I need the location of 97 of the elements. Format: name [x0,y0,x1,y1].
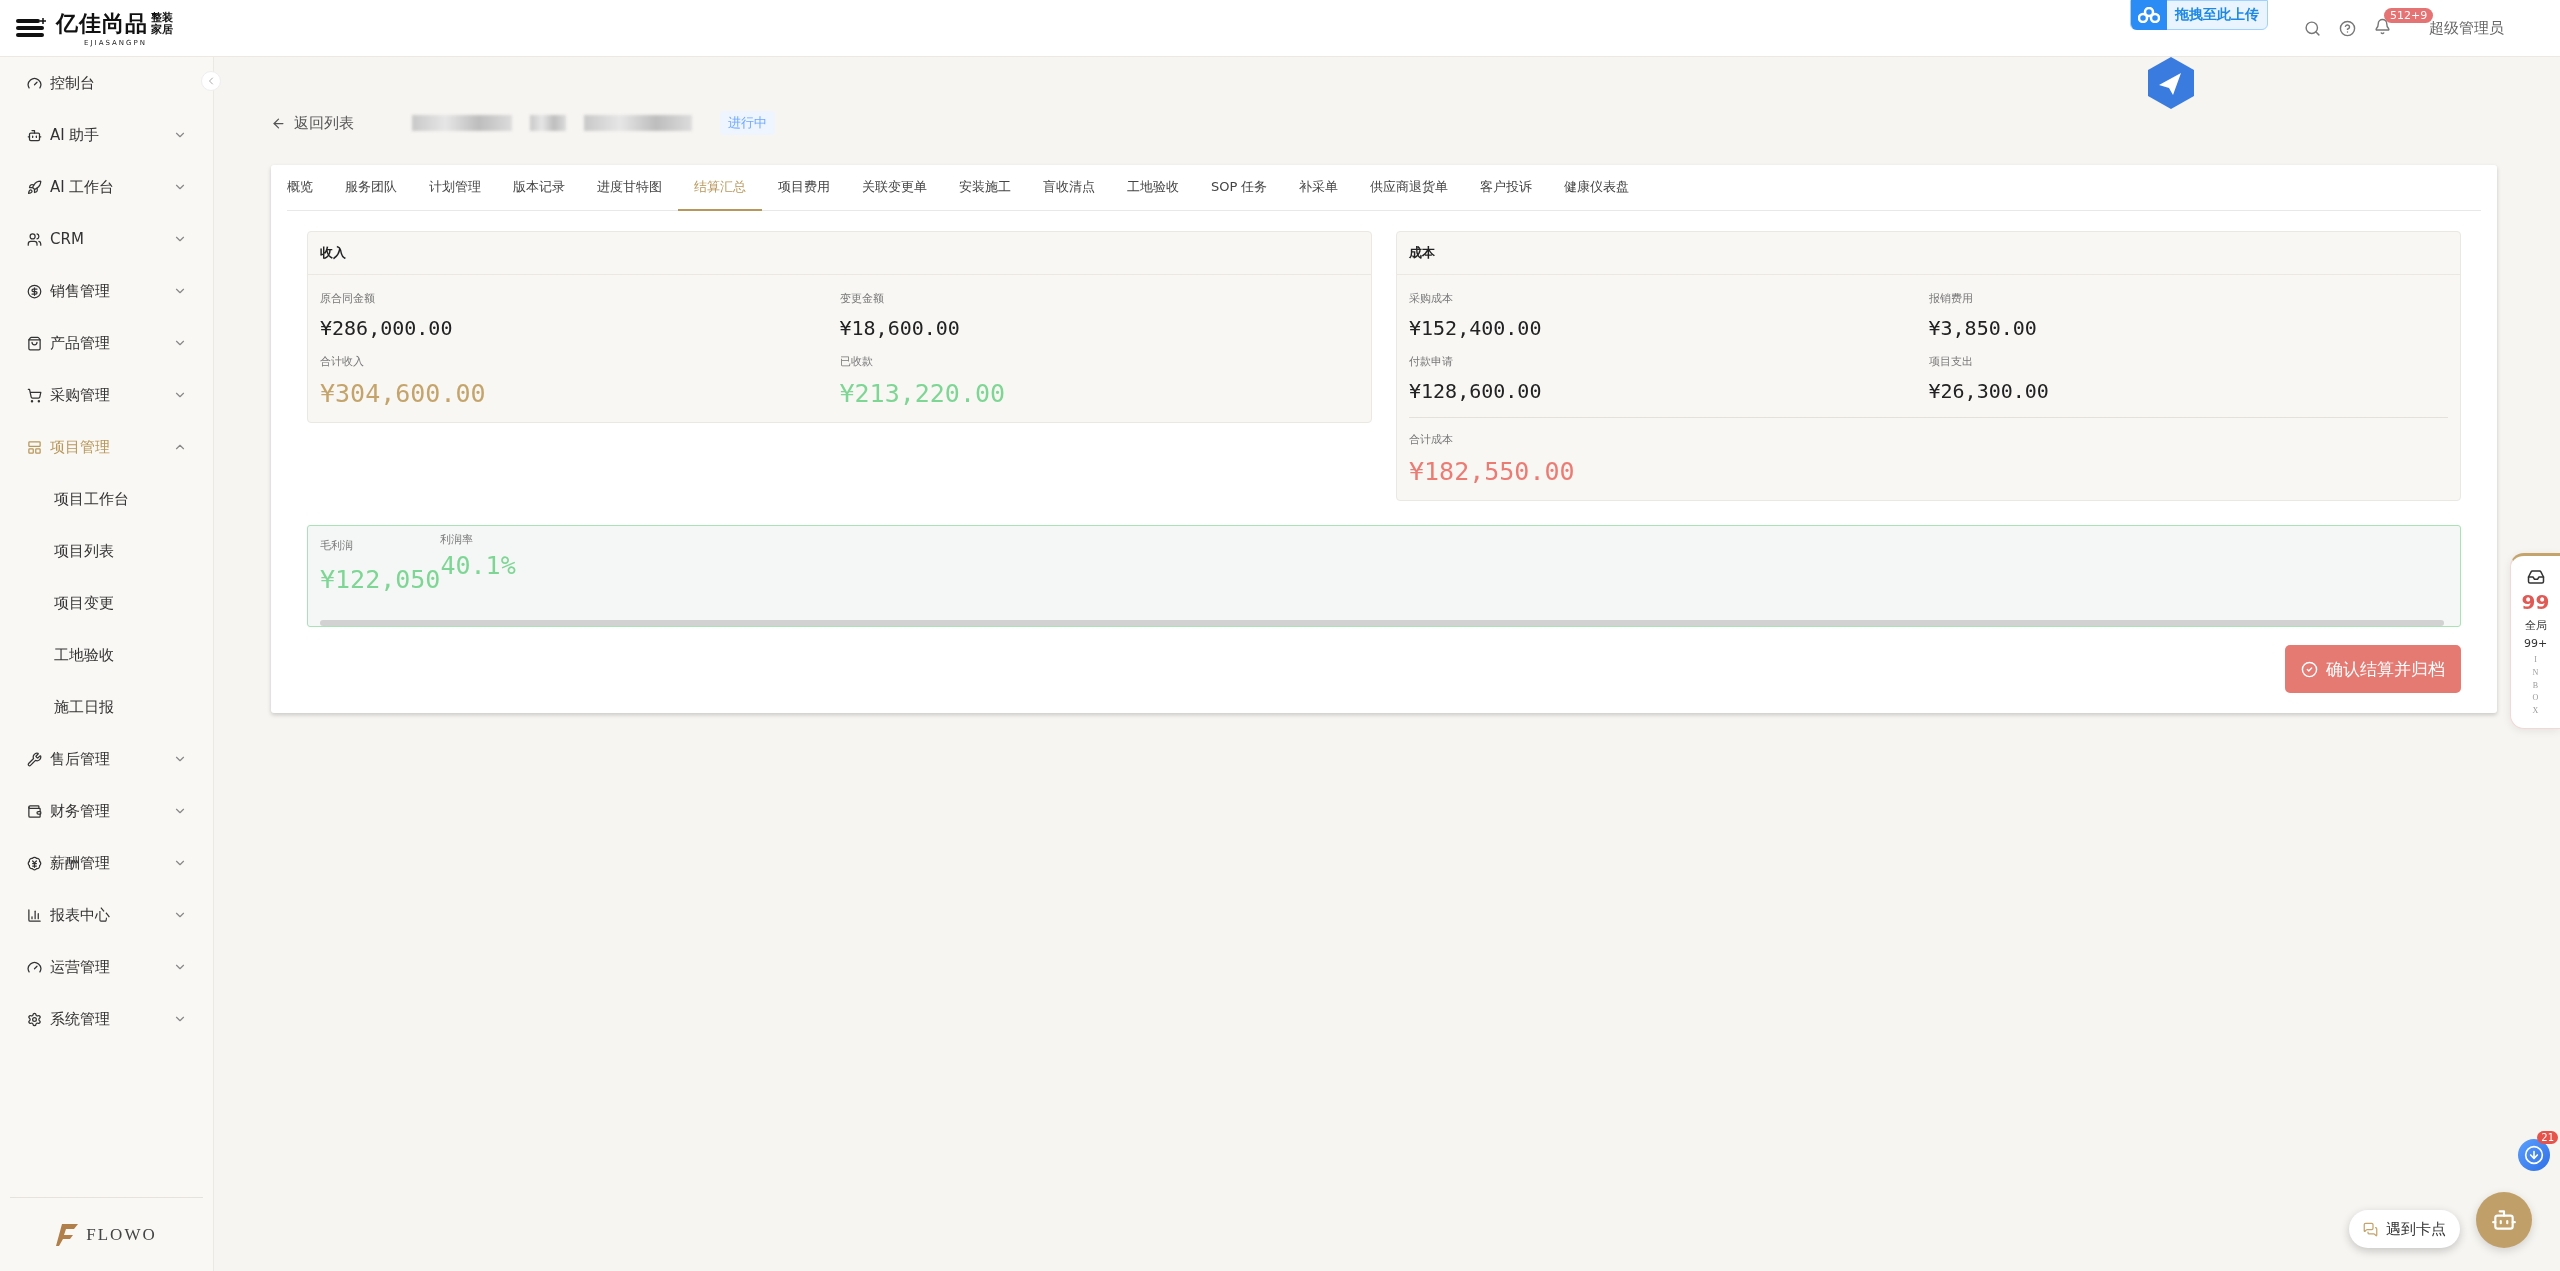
menu-icon [27,231,42,247]
amount-value: 40.1% [440,551,516,580]
sidebar-subitem[interactable]: 项目变更 [0,577,213,629]
field-label: 采购成本 [1409,291,1454,306]
bell-icon[interactable] [2374,17,2391,35]
amount-value: ¥182,550.00 [1409,457,1576,486]
field-label: 原合同金额 [320,291,376,306]
menu-icon [27,283,42,299]
back-link[interactable]: 返回列表 [271,113,354,133]
tab[interactable]: 工地验收 [1111,165,1195,211]
tab[interactable]: 盲收清点 [1027,165,1111,211]
panel-title: 成本 [1397,232,2460,275]
amount-value: ¥3,850.00 [1928,316,2038,340]
sidebar-item[interactable]: 报表中心 [0,889,213,941]
sidebar-item[interactable]: AI 助手 [0,109,213,161]
status-badge: 进行中 [720,111,775,135]
sidebar-item[interactable]: 系统管理 [0,993,213,1045]
sidebar-item[interactable]: AI 工作台 [0,161,213,213]
sidebar-subitem[interactable]: 项目列表 [0,525,213,577]
check-circle-icon [2301,660,2318,678]
tab[interactable]: 健康仪表盘 [1548,165,1646,211]
download-icon [2524,1145,2544,1165]
tab[interactable]: 客户投诉 [1464,165,1549,211]
sidebar-subitem[interactable]: 项目工作台 [0,473,213,525]
field-label: 变更金额 [839,291,885,306]
inbox-count: 99 [2521,590,2550,614]
menu-icon [27,959,42,975]
tab[interactable]: SOP 任务 [1195,165,1284,211]
field-label: 毛利润 [320,538,354,553]
field-label: 报销费用 [1928,291,1974,306]
menu-icon [27,179,42,195]
download-button[interactable] [2518,1139,2550,1171]
tab[interactable]: 关联变更单 [846,165,943,211]
inbox-label: INBOX [2531,654,2540,718]
sidebar-item[interactable]: 销售管理 [0,265,213,317]
sidebar-item[interactable]: 薪酬管理 [0,837,213,889]
field-label: 合计成本 [1409,432,1454,447]
field-label: 合计收入 [320,354,365,369]
menu-icon [27,907,42,923]
amount-value: ¥128,600.00 [1409,379,1543,403]
logo-name: 亿佳尚品 [56,10,148,38]
inbox-panel[interactable]: 99 全局 99+ INBOX [2510,553,2560,729]
sidebar-item[interactable]: 产品管理 [0,317,213,369]
menu-icon [27,855,42,871]
amount-value: ¥286,000.00 [320,316,454,340]
tab[interactable]: 版本记录 [497,165,581,211]
amount-value: ¥26,300.00 [1928,379,2050,403]
menu-icon [27,75,42,91]
menu-icon [27,1011,42,1027]
sidebar-item[interactable]: 控制台 [0,57,213,109]
tab[interactable]: 安装施工 [943,165,1027,211]
download-badge: 21 [2537,1131,2558,1144]
amount-value: ¥18,600.00 [839,316,961,340]
menu-icon [27,127,42,143]
amount-value: ¥152,400.00 [1409,316,1543,340]
field-label: 利润率 [440,532,475,547]
help-icon[interactable] [2339,19,2356,37]
field-label: 项目支出 [1928,354,1974,369]
inbox-scope: 全局 [2524,618,2547,633]
logo-icon [16,17,48,39]
menu-icon [27,439,42,455]
menu-icon [27,335,42,351]
tab[interactable]: 项目费用 [762,165,846,211]
sidebar-item[interactable]: CRM [0,213,213,265]
tab[interactable]: 概览 [287,165,329,211]
tab[interactable]: 供应商退货单 [1354,165,1465,211]
sidebar-item[interactable]: 采购管理 [0,369,213,421]
inbox-icon [2526,568,2545,586]
assistant-button[interactable] [2476,1192,2532,1248]
robot-icon [2491,1207,2517,1233]
help-button[interactable]: 遇到卡点 [2349,1210,2460,1248]
sidebar-item[interactable]: 运营管理 [0,941,213,993]
menu-icon [27,387,42,403]
notification-badge: 512+9 [2384,7,2434,23]
tab[interactable]: 计划管理 [413,165,497,211]
tab[interactable]: 补采单 [1283,165,1355,211]
menu-icon [27,803,42,819]
menu-icon [27,751,42,767]
sidebar-subitem[interactable]: 工地验收 [0,629,213,681]
amount-value: ¥304,600.00 [320,379,487,408]
panel-title: 收入 [308,232,1371,275]
sidebar-item[interactable]: 售后管理 [0,733,213,785]
field-label: 已收款 [839,354,874,369]
footer-logo: FLOWO [86,1224,157,1245]
amount-value: ¥122,050 [320,565,441,594]
amount-value: ¥213,220.00 [839,379,1007,408]
cloud-icon [2138,7,2160,23]
field-label: 付款申请 [1409,354,1454,369]
tab[interactable]: 服务团队 [329,165,413,211]
search-icon[interactable] [2304,19,2321,37]
sidebar-subitem[interactable]: 施工日报 [0,681,213,733]
inbox-scope-count: 99+ [2523,637,2548,650]
sidebar-item[interactable]: 财务管理 [0,785,213,837]
chat-icon [2363,1221,2378,1237]
tab[interactable]: 进度甘特图 [581,165,678,211]
logo-tagline: 整装家居 [151,11,174,37]
logo-icon [56,1221,81,1248]
